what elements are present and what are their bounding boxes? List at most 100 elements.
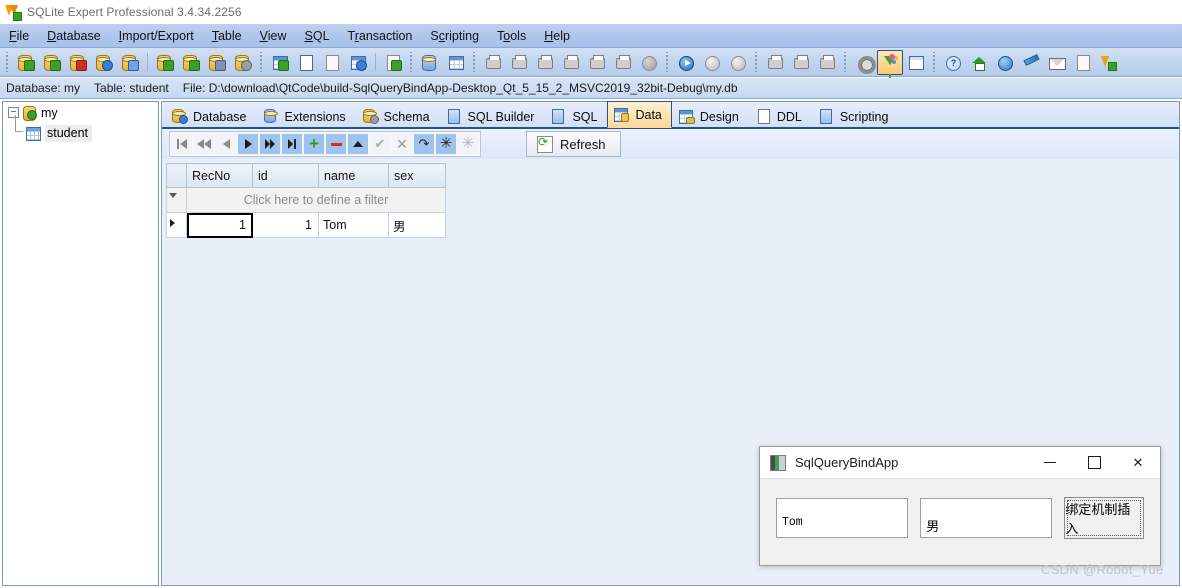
toolbar-grip-2[interactable] (258, 52, 265, 72)
save-script-button[interactable] (814, 50, 840, 75)
tab-extensions[interactable]: Extensions (257, 104, 356, 128)
database-properties-button[interactable] (91, 50, 117, 75)
data-grid[interactable]: RecNo id name sex Click here to define a… (166, 163, 446, 238)
post-edit-button[interactable]: ✔ (370, 134, 390, 154)
rename-object-button[interactable] (293, 50, 319, 75)
execute-sql-button[interactable] (673, 50, 699, 75)
commit-button[interactable] (699, 50, 725, 75)
tree-node-my[interactable]: − my (3, 102, 158, 123)
prior-page-button[interactable] (194, 134, 214, 154)
column-header-sex[interactable]: sex (388, 163, 446, 188)
sex-input[interactable]: 男 (920, 498, 1053, 538)
export-3-button[interactable] (610, 50, 636, 75)
new-database-button[interactable] (13, 50, 39, 75)
prior-record-button[interactable] (216, 134, 236, 154)
import-1-button[interactable] (480, 50, 506, 75)
about-button[interactable] (1096, 50, 1122, 75)
tab-schema[interactable]: Schema (356, 104, 440, 128)
insert-record-button[interactable]: + (304, 134, 324, 154)
export-1-button[interactable] (558, 50, 584, 75)
calendar-grid-button[interactable] (443, 50, 469, 75)
menu-transaction[interactable]: Transaction (339, 26, 422, 46)
delete-record-button[interactable] (326, 134, 346, 154)
dialog-minimize-button[interactable] (1028, 447, 1072, 478)
tab-ddl[interactable]: DDL (749, 104, 812, 128)
menu-scripting[interactable]: Scripting (421, 26, 488, 46)
clear-null-button[interactable]: ✳ (458, 134, 478, 154)
compact-database-button[interactable] (204, 50, 230, 75)
dialog-close-button[interactable]: ✕ (1116, 447, 1160, 478)
database-security-button[interactable] (117, 50, 143, 75)
new-table-button[interactable] (267, 50, 293, 75)
cell-name[interactable]: Tom (318, 212, 389, 238)
dialog-maximize-button[interactable] (1072, 447, 1116, 478)
cell-recno[interactable]: 1 (186, 212, 253, 238)
home-page-button[interactable] (966, 50, 992, 75)
last-record-button[interactable] (282, 134, 302, 154)
toolbar-grip-7[interactable] (842, 52, 849, 72)
toolbar-grip-3[interactable] (408, 52, 415, 72)
compare-sync-button[interactable] (417, 50, 443, 75)
options-button[interactable] (851, 50, 877, 75)
refresh-database-button[interactable] (152, 50, 178, 75)
column-header-recno[interactable]: RecNo (186, 163, 253, 188)
filter-toggle-button[interactable] (877, 49, 903, 79)
set-null-button[interactable]: ✳ (436, 134, 456, 154)
export-2-button[interactable] (584, 50, 610, 75)
database-key-button[interactable] (230, 50, 256, 75)
table-link-button[interactable] (380, 50, 406, 75)
email-support-button[interactable] (1044, 50, 1070, 75)
tab-design[interactable]: Design (672, 104, 749, 128)
refresh-object-button[interactable] (319, 50, 345, 75)
menu-view[interactable]: View (251, 26, 296, 46)
grid-view-button[interactable] (903, 50, 929, 75)
toolbar-grip-8[interactable] (931, 52, 938, 72)
next-record-button[interactable] (238, 134, 258, 154)
menu-table[interactable]: Table (203, 26, 251, 46)
refresh-record-button[interactable]: ↷ (414, 134, 434, 154)
name-input[interactable]: Tom (776, 498, 909, 538)
run-script-button[interactable] (762, 50, 788, 75)
web-support-button[interactable] (992, 50, 1018, 75)
cancel-edit-button[interactable]: ✕ (392, 134, 412, 154)
edit-record-button[interactable] (348, 134, 368, 154)
feedback-button[interactable] (1018, 50, 1044, 75)
rollback-button[interactable] (725, 50, 751, 75)
menu-database[interactable]: Database (38, 26, 110, 46)
tab-database[interactable]: Database (165, 104, 257, 128)
toolbar-grip-5[interactable] (664, 52, 671, 72)
verify-database-button[interactable] (178, 50, 204, 75)
table-row[interactable]: 1 1 Tom 男 (166, 212, 446, 238)
remove-database-button[interactable] (65, 50, 91, 75)
bind-insert-button[interactable]: 绑定机制插入 (1064, 497, 1145, 539)
import-3-button[interactable] (532, 50, 558, 75)
toolbar-grip-4[interactable] (471, 52, 478, 72)
filter-row[interactable]: Click here to define a filter (166, 187, 446, 213)
cell-sex[interactable]: 男 (388, 212, 446, 238)
tab-data[interactable]: Data (607, 101, 672, 128)
column-header-id[interactable]: id (252, 163, 319, 188)
menu-tools[interactable]: Tools (488, 26, 535, 46)
menu-import-export[interactable]: Import/Export (110, 26, 203, 46)
next-page-button[interactable] (260, 134, 280, 154)
tree-node-student[interactable]: student (3, 115, 158, 144)
filter-placeholder[interactable]: Click here to define a filter (186, 187, 446, 213)
cancel-operation-button[interactable] (636, 50, 662, 75)
refresh-button[interactable]: Refresh (526, 131, 621, 157)
add-database-button[interactable] (39, 50, 65, 75)
tab-sql-builder[interactable]: SQL Builder (440, 104, 545, 128)
toolbar-grip[interactable] (4, 52, 11, 72)
cell-id[interactable]: 1 (252, 212, 319, 238)
menu-sql[interactable]: SQL (296, 26, 339, 46)
tab-scripting[interactable]: Scripting (812, 104, 899, 128)
first-record-button[interactable] (172, 134, 192, 154)
tree-expander-icon[interactable]: − (8, 107, 19, 118)
tab-sql[interactable]: SQL (544, 104, 607, 128)
column-header-name[interactable]: name (318, 163, 389, 188)
import-2-button[interactable] (506, 50, 532, 75)
menu-help[interactable]: Help (535, 26, 579, 46)
menu-file[interactable]: File (0, 26, 38, 46)
help-button[interactable]: ? (940, 50, 966, 75)
load-script-button[interactable] (788, 50, 814, 75)
toolbar-grip-6[interactable] (753, 52, 760, 72)
